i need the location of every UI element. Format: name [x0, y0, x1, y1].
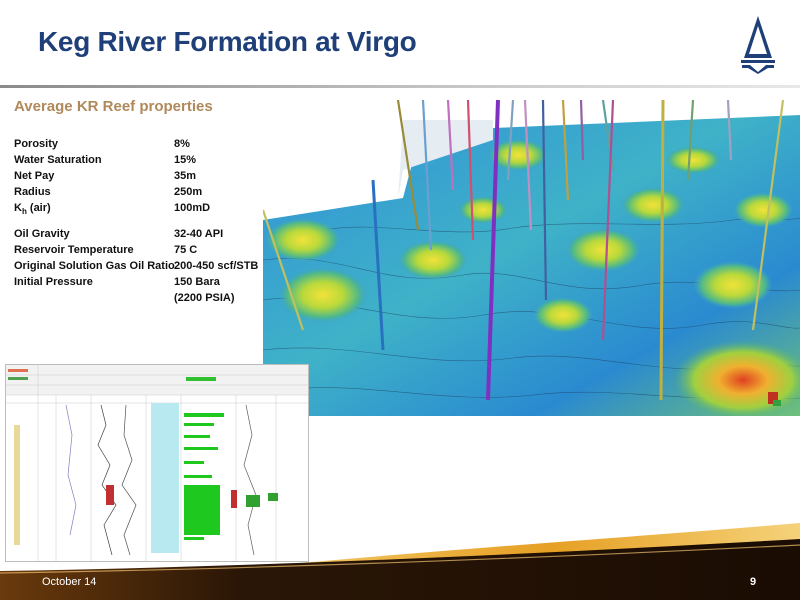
property-value: 32-40 API — [174, 228, 224, 240]
property-label: Kh (air) — [14, 200, 51, 220]
property-value: 250m — [174, 186, 203, 198]
reef-3d-surface-image — [263, 100, 800, 416]
property-value: 100mD — [174, 202, 211, 214]
property-label: Reservoir Temperature — [14, 244, 134, 256]
property-label: Original Solution Gas Oil Ratio — [14, 260, 175, 272]
slide-title: Keg River Formation at Virgo — [38, 26, 417, 57]
footer-date: October 14 — [42, 576, 97, 588]
section-subtitle: Average KR Reef properties — [14, 98, 213, 115]
property-value: 200-450 scf/STB — [174, 260, 259, 272]
property-label: Initial Pressure — [14, 276, 93, 288]
property-label: Water Saturation — [14, 154, 102, 166]
page-number: 9 — [750, 576, 757, 588]
property-value: 15% — [174, 154, 197, 166]
property-value: 8% — [174, 138, 190, 150]
property-label: Oil Gravity — [14, 228, 70, 240]
title-divider — [0, 85, 800, 88]
property-label: Radius — [14, 186, 51, 198]
footer-swoosh-decoration — [0, 523, 800, 600]
property-value: 150 Bara — [174, 276, 220, 288]
property-value: (2200 PSIA) — [174, 292, 235, 304]
derrick-logo-icon — [741, 16, 775, 74]
kh-label-rest: (air) — [26, 202, 51, 214]
property-label: Net Pay — [14, 170, 55, 182]
property-value: 35m — [174, 170, 197, 182]
property-label: Porosity — [14, 138, 59, 150]
kh-label-main: K — [14, 202, 22, 214]
property-value: 75 C — [174, 244, 198, 256]
